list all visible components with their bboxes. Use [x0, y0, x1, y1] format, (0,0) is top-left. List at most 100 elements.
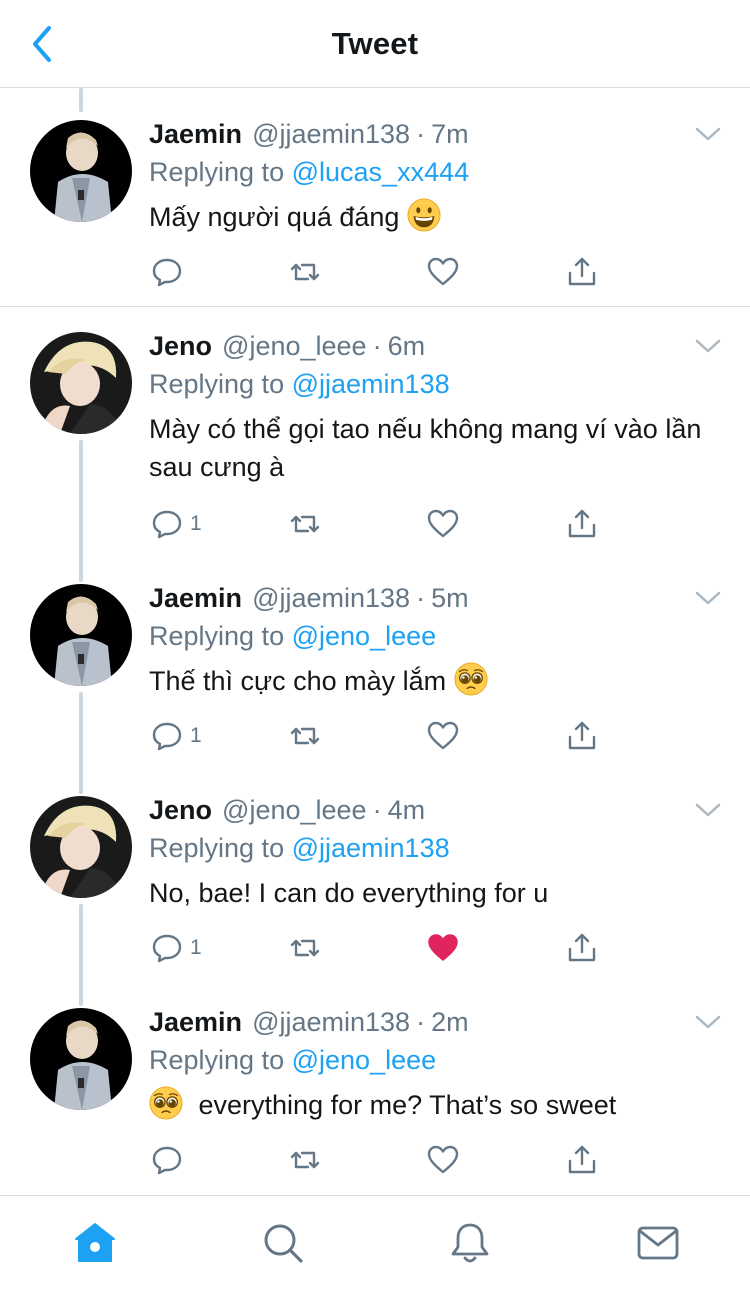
reply-count: 1: [190, 724, 202, 747]
tweet-text-content: Thế thì cực cho mày lắm: [149, 666, 447, 696]
avatar[interactable]: [30, 332, 132, 434]
share-button[interactable]: [565, 1140, 599, 1180]
reply-button[interactable]: 1: [150, 504, 202, 544]
tweet[interactable]: Jeno @jeno_leee · 4m Replying to @jjaemin13…: [0, 792, 750, 972]
header-bar: Tweet: [0, 0, 750, 88]
reply-icon: [152, 722, 182, 751]
tweet-text-content: everything for me? That’s so sweet: [198, 1090, 617, 1120]
chevron-down-icon[interactable]: [692, 334, 724, 358]
share-icon: [568, 257, 596, 286]
replying-label: Replying to: [149, 833, 285, 863]
reply-button[interactable]: [150, 1140, 190, 1180]
retweet-icon: [290, 515, 320, 533]
separator-dot: ·: [416, 1007, 426, 1037]
mention-link[interactable]: @jeno_leee: [292, 621, 437, 651]
display-name[interactable]: Jaemin: [149, 119, 242, 149]
like-button[interactable]: [426, 504, 460, 544]
chevron-down-icon[interactable]: [692, 1010, 724, 1034]
tweet-text: Thế thì cực cho mày lắm: [149, 662, 709, 700]
timestamp: 5m: [431, 583, 469, 613]
user-handle[interactable]: @jjaemin138: [252, 119, 410, 149]
reply-icon: [152, 258, 182, 287]
separator-dot: ·: [416, 583, 426, 613]
chevron-down-icon[interactable]: [692, 586, 724, 610]
heart-outline-icon: [427, 721, 459, 750]
reply-icon: [152, 510, 182, 539]
tweet-header: Jeno @jeno_leee · 4m: [149, 792, 425, 828]
retweet-icon: [290, 1151, 320, 1169]
replying-label: Replying to: [149, 1045, 285, 1075]
share-button[interactable]: [565, 716, 599, 756]
tab-notifications[interactable]: [445, 1218, 495, 1268]
mention-link[interactable]: @lucas_xx444: [292, 157, 470, 187]
replying-label: Replying to: [149, 369, 285, 399]
replying-to: Replying to @jeno_leee: [149, 618, 436, 654]
display-name[interactable]: Jaemin: [149, 1007, 242, 1037]
retweet-icon: [290, 727, 320, 745]
reply-button[interactable]: 1: [150, 928, 202, 968]
heart-outline-icon: [427, 1145, 459, 1174]
like-button[interactable]: [426, 716, 460, 756]
avatar[interactable]: [30, 796, 132, 898]
tweet[interactable]: Jaemin @jjaemin138 · 7m Replying to @lucas_…: [0, 116, 750, 287]
tweet[interactable]: Jeno @jeno_leee · 6m Replying to @jjaemin13…: [0, 328, 750, 548]
tweet-header: Jaemin @jjaemin138 · 7m: [149, 116, 469, 152]
share-button[interactable]: [565, 252, 599, 292]
tweet-text: Mày có thể gọi tao nếu không mang ví vào…: [149, 410, 709, 486]
mention-link[interactable]: @jjaemin138: [292, 833, 450, 863]
avatar[interactable]: [30, 120, 132, 222]
retweet-button[interactable]: [288, 504, 322, 544]
notifications-icon: [451, 1223, 489, 1263]
tweet-actions: [0, 1140, 750, 1180]
replying-to: Replying to @lucas_xx444: [149, 154, 469, 190]
like-button[interactable]: [426, 1140, 460, 1180]
tab-search[interactable]: [258, 1218, 308, 1268]
tweet-actions: 1: [0, 928, 750, 968]
user-handle[interactable]: @jjaemin138: [252, 1007, 410, 1037]
tab-messages[interactable]: [633, 1218, 683, 1268]
user-handle[interactable]: @jeno_leee: [222, 795, 367, 825]
pleading-face-emoji-icon: [454, 662, 488, 696]
retweet-button[interactable]: [288, 716, 322, 756]
share-icon: [568, 1145, 596, 1174]
retweet-icon: [290, 263, 320, 281]
avatar[interactable]: [30, 584, 132, 686]
share-icon: [568, 721, 596, 750]
divider: [0, 306, 750, 307]
chevron-down-icon[interactable]: [692, 122, 724, 146]
reply-button[interactable]: 1: [150, 716, 202, 756]
tweet-header: Jaemin @jjaemin138 · 5m: [149, 580, 469, 616]
retweet-button[interactable]: [288, 1140, 322, 1180]
retweet-button[interactable]: [288, 252, 322, 292]
share-icon: [568, 509, 596, 538]
mention-link[interactable]: @jeno_leee: [292, 1045, 437, 1075]
avatar[interactable]: [30, 1008, 132, 1110]
reply-icon: [152, 934, 182, 963]
display-name[interactable]: Jeno: [149, 331, 212, 361]
tweet-text: No, bae! I can do everything for u: [149, 874, 709, 912]
tweet-actions: [0, 252, 750, 292]
user-handle[interactable]: @jjaemin138: [252, 583, 410, 613]
like-button[interactable]: [426, 928, 460, 968]
chevron-down-icon[interactable]: [692, 798, 724, 822]
tweet[interactable]: Jaemin @jjaemin138 · 2m Replying to @jeno_l…: [0, 1004, 750, 1184]
tweet-text-content: Mấy người quá đáng: [149, 202, 400, 232]
replying-label: Replying to: [149, 621, 285, 651]
bottom-tab-bar: [0, 1195, 750, 1294]
tweet[interactable]: Jaemin @jjaemin138 · 5m Replying to @jeno_l…: [0, 580, 750, 760]
display-name[interactable]: Jaemin: [149, 583, 242, 613]
timestamp: 7m: [431, 119, 469, 149]
like-button[interactable]: [426, 252, 460, 292]
tab-home[interactable]: [70, 1218, 120, 1268]
tweet-header: Jeno @jeno_leee · 6m: [149, 328, 425, 364]
share-button[interactable]: [565, 504, 599, 544]
display-name[interactable]: Jeno: [149, 795, 212, 825]
timestamp: 2m: [431, 1007, 469, 1037]
mention-link[interactable]: @jjaemin138: [292, 369, 450, 399]
reply-button[interactable]: [150, 252, 190, 292]
share-button[interactable]: [565, 928, 599, 968]
user-handle[interactable]: @jeno_leee: [222, 331, 367, 361]
tweet-text: Mấy người quá đáng: [149, 198, 709, 236]
retweet-button[interactable]: [288, 928, 322, 968]
tweet-actions: 1: [0, 716, 750, 756]
